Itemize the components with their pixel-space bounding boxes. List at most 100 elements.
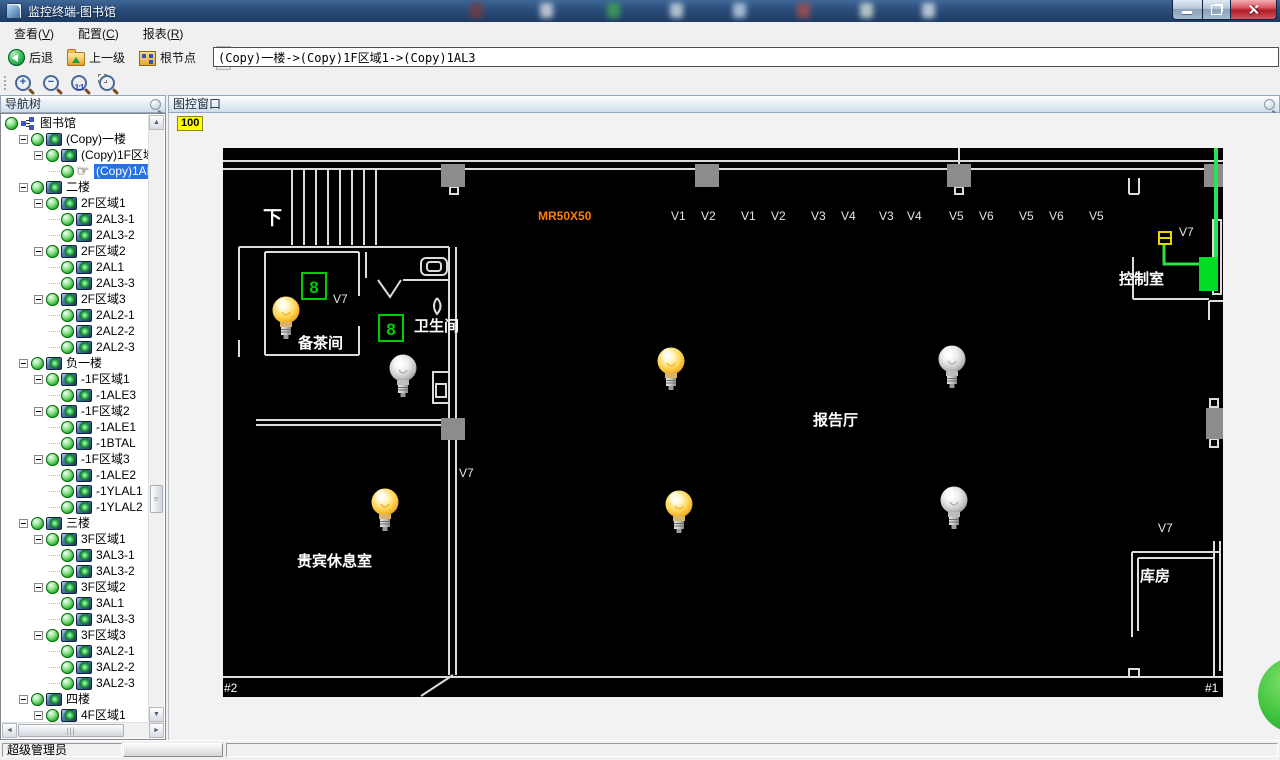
up-level-button-label: 上一级 bbox=[89, 51, 126, 65]
tree-item[interactable]: -1F区域2 bbox=[2, 403, 149, 419]
zoom-actual-size-icon: 1:1 bbox=[71, 74, 87, 92]
path-input[interactable] bbox=[213, 47, 1279, 67]
tree-item[interactable]: 3F区域3 bbox=[2, 627, 149, 643]
tree-item[interactable]: 负一楼 bbox=[2, 355, 149, 371]
menu-item[interactable]: 配置(C) bbox=[68, 22, 129, 45]
device-label: V5 bbox=[1019, 209, 1034, 223]
scroll-up-button[interactable]: ▲ bbox=[149, 115, 164, 130]
root-node-button[interactable]: 根节点 bbox=[133, 46, 202, 69]
tree-item[interactable]: 3AL3-2 bbox=[2, 563, 149, 579]
tree-expander-icon[interactable] bbox=[19, 358, 28, 368]
tree-item[interactable]: 图书馆 bbox=[2, 115, 149, 131]
tree-expander-icon[interactable] bbox=[34, 150, 43, 160]
tree-item[interactable]: 3AL3-3 bbox=[2, 611, 149, 627]
tree-item[interactable]: 三楼 bbox=[2, 515, 149, 531]
tree-item-label: 2F区域1 bbox=[81, 195, 126, 210]
zoom-region-button[interactable] bbox=[95, 73, 119, 93]
tree-expander-icon[interactable] bbox=[34, 198, 43, 208]
menu-item[interactable]: 查看(V) bbox=[4, 22, 64, 45]
tree-item[interactable]: 2AL3-3 bbox=[2, 275, 149, 291]
tree-expander-icon[interactable] bbox=[34, 582, 43, 592]
menu-item[interactable]: 报表(R) bbox=[133, 22, 194, 45]
tree-item[interactable]: -1ALE3 bbox=[2, 387, 149, 403]
tree-item-label: 2AL2-2 bbox=[96, 323, 135, 338]
device-label: V5 bbox=[949, 209, 964, 223]
toolbar-grip[interactable] bbox=[2, 73, 7, 92]
node-status-icon bbox=[61, 660, 74, 674]
horizontal-scroll-thumb[interactable]: ||| bbox=[18, 724, 124, 737]
tree-item[interactable]: 2AL2-1 bbox=[2, 307, 149, 323]
zoom-in-button[interactable]: + bbox=[11, 73, 35, 93]
tree-item[interactable]: -1ALE2 bbox=[2, 467, 149, 483]
zoom-toolbar: + − 1:1 bbox=[0, 70, 1280, 96]
tree-item[interactable]: 3AL1 bbox=[2, 595, 149, 611]
tree-expander-icon[interactable] bbox=[34, 454, 43, 464]
tree-item[interactable]: -1YLAL2 bbox=[2, 499, 149, 515]
device-label: V1 bbox=[671, 209, 686, 223]
tree-item[interactable]: 3AL3-1 bbox=[2, 547, 149, 563]
tree-item[interactable]: -1BTAL bbox=[2, 435, 149, 451]
tree-item[interactable]: 2AL1 bbox=[2, 259, 149, 275]
tree-expander-icon[interactable] bbox=[19, 182, 28, 192]
vertical-scroll-thumb[interactable]: ≡ bbox=[150, 485, 163, 513]
tree-expander-icon[interactable] bbox=[34, 294, 43, 304]
pin-icon[interactable] bbox=[1264, 99, 1275, 110]
zoom-actual-size-button[interactable]: 1:1 bbox=[67, 73, 91, 93]
tree-expander-icon[interactable] bbox=[19, 134, 28, 144]
scroll-down-button[interactable]: ▼ bbox=[149, 707, 164, 722]
tree-item[interactable]: 2F区域3 bbox=[2, 291, 149, 307]
tree-connector bbox=[49, 218, 60, 220]
tree-item[interactable]: (Copy)1F区域1 bbox=[2, 147, 149, 163]
tree-item[interactable]: 3F区域1 bbox=[2, 531, 149, 547]
tree-item[interactable]: 二楼 bbox=[2, 179, 149, 195]
tree-expander-icon[interactable] bbox=[19, 518, 28, 528]
node-status-icon bbox=[61, 324, 74, 338]
pin-icon[interactable] bbox=[150, 99, 161, 110]
tree-expander-icon[interactable] bbox=[34, 246, 43, 256]
up-level-button[interactable]: 上一级 bbox=[61, 46, 131, 69]
tree-expander-icon[interactable] bbox=[34, 406, 43, 416]
tree-item-label: (Copy)一楼 bbox=[66, 131, 127, 146]
tree-item[interactable]: -1F区域1 bbox=[2, 371, 149, 387]
tree-expander-icon[interactable] bbox=[34, 710, 43, 720]
tree-vertical-scrollbar[interactable]: ▲ ≡ ▼ bbox=[148, 115, 164, 722]
sensor-icon[interactable] bbox=[378, 314, 404, 342]
tree-item[interactable]: 3AL2-2 bbox=[2, 659, 149, 675]
tree-item[interactable]: -1F区域3 bbox=[2, 451, 149, 467]
tree-item[interactable]: (Copy)一楼 bbox=[2, 131, 149, 147]
tree-item-label: 2AL2-3 bbox=[96, 339, 135, 354]
close-button[interactable] bbox=[1231, 0, 1277, 20]
map-canvas[interactable]: 100 V1 V2 V1 V2 V3 V4 V3 V4 V5 V6 V5 V6 … bbox=[168, 113, 1280, 740]
tree-item[interactable]: 2F区域1 bbox=[2, 195, 149, 211]
tree-horizontal-scrollbar[interactable]: ◄ ||| ► bbox=[2, 722, 164, 738]
sensor-icon[interactable] bbox=[301, 272, 327, 300]
tree-item[interactable]: 4F区域1 bbox=[2, 707, 149, 722]
tree-item[interactable]: 四楼 bbox=[2, 691, 149, 707]
tree-expander-icon[interactable] bbox=[34, 534, 43, 544]
tree-item[interactable]: -1YLAL1 bbox=[2, 483, 149, 499]
minimize-icon bbox=[1182, 11, 1192, 14]
tree-item[interactable]: 3AL2-1 bbox=[2, 643, 149, 659]
node-status-icon bbox=[46, 580, 59, 594]
tree-item[interactable]: 2F区域2 bbox=[2, 243, 149, 259]
back-button[interactable]: 后退 bbox=[2, 46, 59, 69]
tree-expander-icon[interactable] bbox=[19, 694, 28, 704]
tree-item[interactable]: 3F区域2 bbox=[2, 579, 149, 595]
tree-expander-icon[interactable] bbox=[34, 374, 43, 384]
tree-item[interactable]: 2AL2-3 bbox=[2, 339, 149, 355]
tree-item[interactable]: -1ALE1 bbox=[2, 419, 149, 435]
green-circle-button[interactable] bbox=[1258, 657, 1280, 733]
scroll-left-button[interactable]: ◄ bbox=[2, 723, 17, 738]
scroll-right-button[interactable]: ► bbox=[149, 723, 164, 738]
tree-item[interactable]: 2AL3-2 bbox=[2, 227, 149, 243]
minimize-button[interactable] bbox=[1172, 0, 1203, 20]
tree-item[interactable]: 2AL2-2 bbox=[2, 323, 149, 339]
tree-expander-icon[interactable] bbox=[34, 630, 43, 640]
tree-item[interactable]: ☞ (Copy)1AL3 bbox=[2, 163, 149, 179]
zoom-out-button[interactable]: − bbox=[39, 73, 63, 93]
restore-button[interactable] bbox=[1203, 0, 1231, 20]
device-label: V3 bbox=[811, 209, 826, 223]
tree-item[interactable]: 2AL3-1 bbox=[2, 211, 149, 227]
tree-item[interactable]: 3AL2-3 bbox=[2, 675, 149, 691]
tree-connector bbox=[49, 506, 60, 508]
